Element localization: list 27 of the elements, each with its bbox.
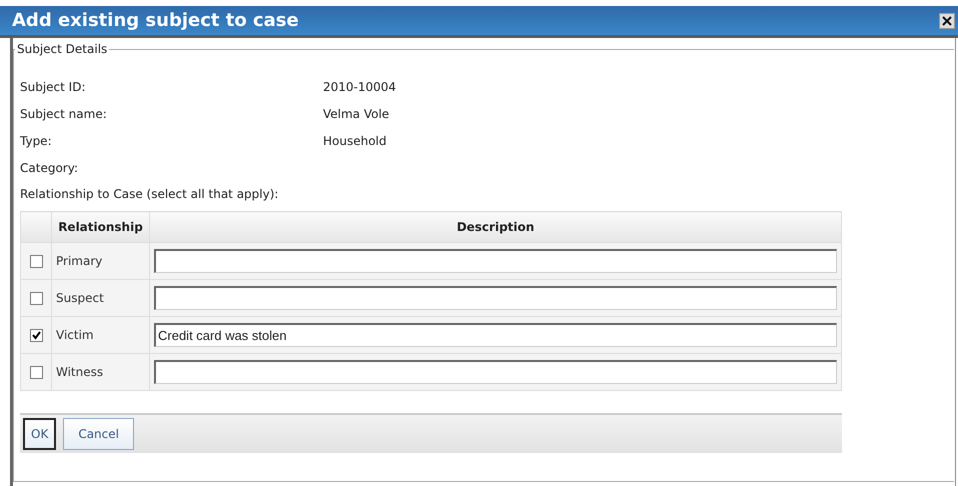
column-header: Description	[150, 212, 842, 243]
window-title: Add existing subject to case	[12, 10, 299, 31]
checkbox[interactable]	[30, 292, 42, 306]
field-value: Velma Vole	[323, 107, 390, 122]
ok-button[interactable]: OK	[23, 418, 56, 450]
checkbox[interactable]	[30, 366, 42, 380]
table-cell: Victim	[52, 316, 150, 354]
checkbox[interactable]	[30, 255, 42, 268]
section-legend: Subject Details	[15, 42, 110, 56]
description-field[interactable]	[154, 249, 837, 274]
description-field[interactable]	[154, 360, 837, 384]
table-cell: Witness	[52, 354, 150, 391]
relationship-prompt: Relationship to Case (select all that apply):	[20, 187, 278, 202]
close-icon[interactable]	[939, 12, 955, 28]
field-label: Subject name:	[20, 107, 108, 122]
field-value: Household	[323, 134, 388, 148]
checkbox[interactable]	[30, 329, 42, 342]
description-field[interactable]: Credit card was stolen	[154, 323, 837, 348]
column-header: Relationship	[52, 212, 150, 243]
table-cell: Suspect	[52, 280, 150, 317]
description-field[interactable]	[154, 286, 837, 310]
cancel-button[interactable]: Cancel	[63, 418, 134, 450]
table-cell: Primary	[52, 242, 150, 280]
field-label: Category:	[20, 160, 79, 175]
field-label: Type:	[20, 134, 53, 148]
field-label: Subject ID:	[20, 80, 86, 94]
field-value: 2010-10004	[323, 80, 398, 94]
